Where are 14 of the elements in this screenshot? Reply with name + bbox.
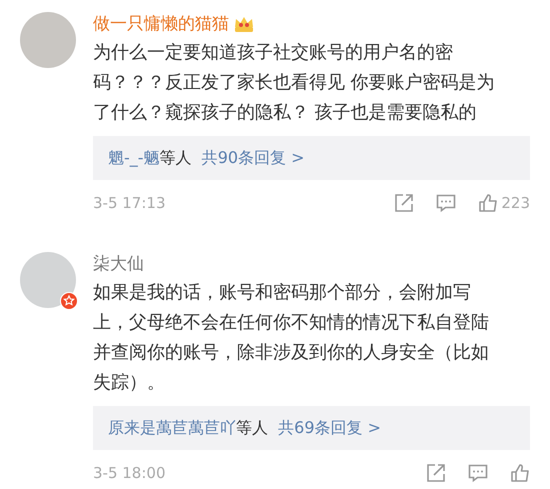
like-icon[interactable] (478, 193, 498, 214)
comment-icon[interactable] (436, 193, 456, 214)
timestamp: 3-5 18:00 (93, 463, 166, 484)
username[interactable]: 柒大仙 (93, 252, 144, 276)
replies-link[interactable]: 原来是萬苣萬苣吖等人 共69条回复 > (93, 406, 530, 450)
like-count: 223 (501, 193, 530, 214)
comment-text: 为什么一定要知道孩子社交账号的用户名的密码？？？反正发了家长也看得见 你要账户密码是为了什么？窥探孩子的隐私？ 孩子也是需要隐私的 (93, 41, 496, 125)
comment-icon[interactable] (468, 463, 488, 484)
share-icon[interactable] (426, 463, 446, 484)
comment-text: 如果是我的话，账号和密码那个部分，会附加写上，父母绝不会在任何你不知情的情况下私自登陆并查阅你的账号，除非涉及到你的人身安全（比如失踪）。 (93, 281, 490, 395)
replies-link[interactable]: 魍-_-魉等人 共90条回复 > (93, 136, 530, 180)
share-icon[interactable] (394, 193, 414, 214)
like-icon[interactable] (510, 463, 530, 484)
timestamp: 3-5 17:13 (93, 193, 166, 214)
